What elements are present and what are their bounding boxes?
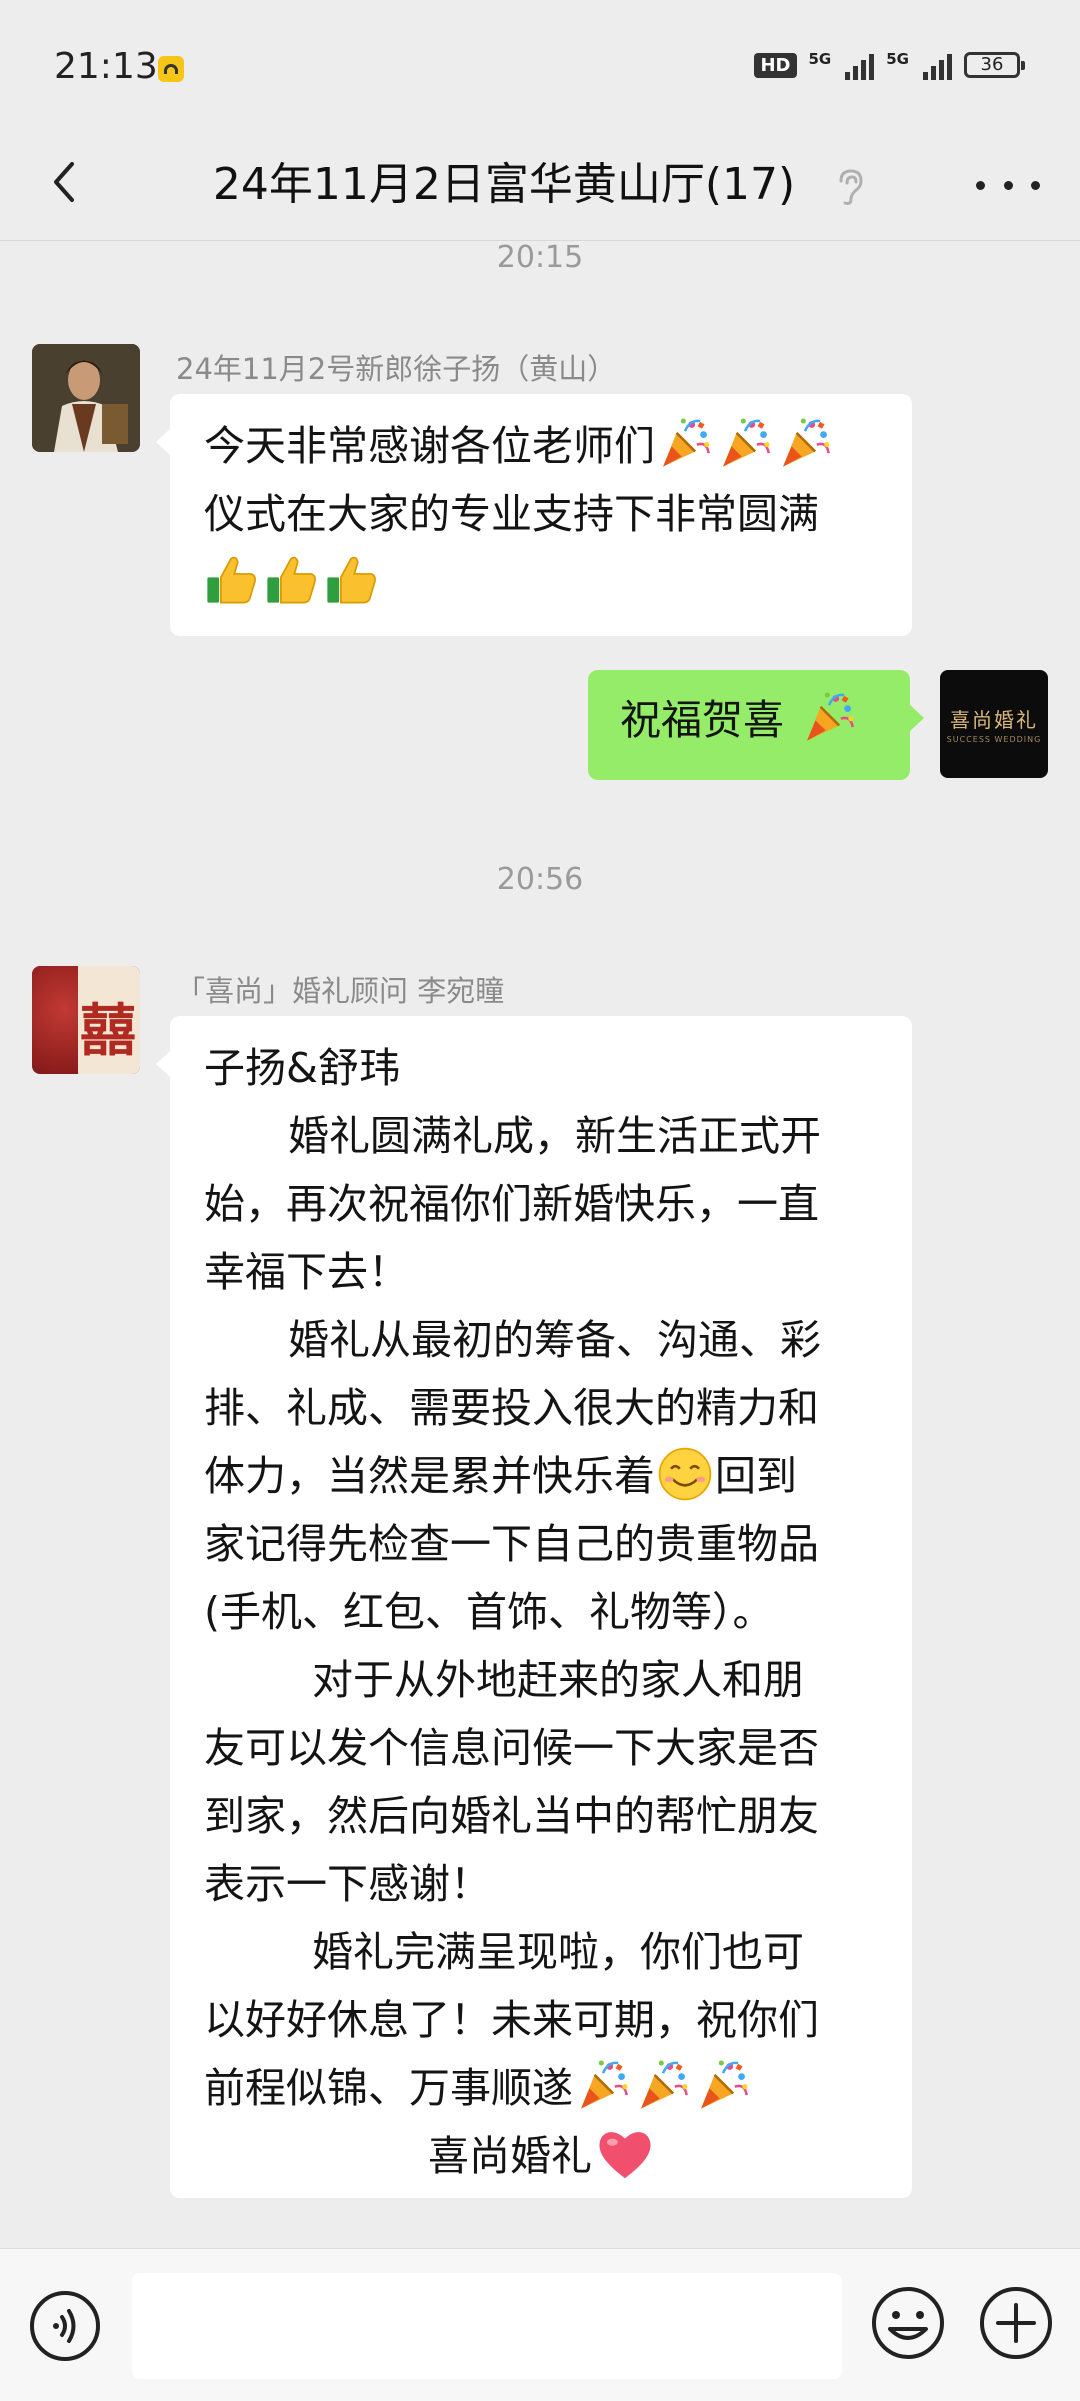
message-line	[204, 548, 878, 616]
signal-icon-1	[845, 50, 875, 80]
status-indicators: HD 5G 5G 36	[754, 50, 1025, 80]
avatar-logo-text: 喜尚婚礼	[950, 708, 1038, 732]
avatar-portrait-image	[32, 344, 140, 452]
smiling-face-icon	[657, 1446, 713, 1502]
network-type-2: 5G	[886, 50, 909, 68]
hd-badge: HD	[754, 52, 797, 78]
message-line: 以好好休息了！未来可期，祝你们	[204, 1996, 819, 2044]
party-popper-icon	[576, 2058, 630, 2112]
party-popper-icon	[658, 416, 712, 470]
network-type-1: 5G	[808, 50, 832, 68]
thumbs-up-icon	[324, 552, 378, 606]
message-line: 体力，当然是累并快乐着 回到	[204, 1442, 878, 1510]
message-line: 到家，然后向婚礼当中的帮忙朋友	[204, 1792, 819, 1840]
message-line: 婚礼完满呈现啦，你们也可	[312, 1928, 804, 1976]
thumbs-up-icon	[204, 552, 258, 606]
chat-title-wrapper: 24年11月2日富华黄山厅(17)	[0, 148, 1080, 212]
thumbs-up-icon	[264, 552, 318, 606]
avatar-logo-subtext: SUCCESS WEDDING	[946, 735, 1042, 744]
heart-icon	[596, 2126, 654, 2180]
message-line: (手机、红包、首饰、礼物等）。	[204, 1588, 774, 1636]
double-happiness-icon: 囍	[80, 998, 136, 1064]
battery-icon: 36	[964, 52, 1025, 78]
plus-icon[interactable]	[978, 2285, 1054, 2361]
message-line: 表示一下感谢！	[204, 1860, 491, 1908]
message-line: 子扬&舒玮	[204, 1044, 400, 1092]
message-bubble[interactable]: 子扬&舒玮 婚礼圆满礼成，新生活正式开 始，再次祝福你们新婚快乐，一直 幸福下去…	[156, 1016, 912, 2198]
message-bubble-self[interactable]: 祝福贺喜	[588, 670, 924, 780]
message-line: 婚礼从最初的筹备、沟通、彩	[288, 1316, 821, 1364]
message-line: 婚礼圆满礼成，新生活正式开	[288, 1112, 821, 1160]
message-text: 仪式在大家的专业支持下非常圆满	[204, 490, 819, 538]
timestamp: 20:56	[496, 862, 584, 897]
party-popper-icon	[696, 2058, 750, 2112]
status-time: 21:13	[54, 46, 158, 87]
message-bubble[interactable]: 今天非常感谢各位老师们 仪式在大家的专业支持下非常圆满	[156, 394, 912, 636]
message-line: 始，再次祝福你们新婚快乐，一直	[204, 1180, 819, 1228]
message-line: 家记得先检查一下自己的贵重物品	[204, 1520, 819, 1568]
notification-app-icon	[158, 56, 184, 82]
message-text: 体力，当然是累并快乐着	[204, 1452, 655, 1500]
more-options-icon[interactable]	[976, 160, 1040, 210]
message-line: 喜尚婚礼	[204, 2122, 878, 2190]
message-line: 祝福贺喜	[620, 686, 878, 754]
message-line: 对于从外地赶来的家人和朋	[312, 1656, 804, 1704]
message-line: 排、礼成、需要投入很大的精力和	[204, 1384, 819, 1432]
message-line: 幸福下去！	[204, 1248, 409, 1296]
party-popper-icon	[802, 690, 856, 744]
timestamp: 20:15	[496, 240, 584, 275]
input-bar	[0, 2248, 1080, 2401]
message-line: 前程似锦、万事顺遂	[204, 2054, 878, 2122]
voice-input-icon[interactable]	[28, 2289, 102, 2363]
avatar-self[interactable]: 喜尚婚礼 SUCCESS WEDDING	[940, 670, 1048, 778]
chat-header: 24年11月2日富华黄山厅(17)	[0, 130, 1080, 241]
avatar-groom[interactable]	[32, 344, 140, 452]
sender-name: 「喜尚」婚礼顾问 李宛瞳	[176, 974, 505, 1008]
sender-name: 24年11月2号新郎徐子扬（黄山）	[176, 352, 617, 386]
message-line: 仪式在大家的专业支持下非常圆满	[204, 480, 878, 548]
party-popper-icon	[636, 2058, 690, 2112]
signal-icon-2	[923, 50, 952, 80]
message-line: 今天非常感谢各位老师们	[204, 412, 878, 480]
ear-icon	[839, 169, 863, 205]
party-popper-icon	[778, 416, 832, 470]
signature-text: 喜尚婚礼	[428, 2132, 592, 2180]
status-bar: 21:13 HD 5G 5G 36	[0, 0, 1080, 130]
emoji-icon[interactable]	[870, 2285, 946, 2361]
message-text: 祝福贺喜	[620, 696, 784, 744]
chat-title[interactable]: 24年11月2日富华黄山厅(17)	[213, 148, 795, 212]
party-popper-icon	[718, 416, 772, 470]
message-text: 前程似锦、万事顺遂	[204, 2064, 573, 2112]
avatar-consultant[interactable]: 囍	[32, 966, 140, 1074]
message-text: 回到	[715, 1452, 797, 1500]
message-line: 友可以发个信息问候一下大家是否	[204, 1724, 819, 1772]
message-input[interactable]	[132, 2273, 842, 2379]
message-text: 今天非常感谢各位老师们	[204, 422, 655, 470]
